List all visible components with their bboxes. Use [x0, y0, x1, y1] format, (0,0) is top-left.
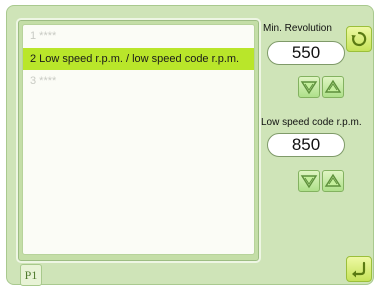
list-item-3[interactable]: 3 ****: [23, 70, 254, 92]
min-revolution-value[interactable]: 550: [267, 41, 345, 65]
reset-button[interactable]: [346, 26, 372, 52]
low-speed-code-value[interactable]: 850: [267, 133, 345, 157]
enter-icon: [352, 261, 366, 278]
item-list-frame: 1 **** 2 Low speed r.p.m. / low speed co…: [16, 18, 261, 263]
page-tab-p1[interactable]: P1: [20, 264, 42, 286]
up-arrow-icon: [324, 79, 342, 93]
low-speed-code-down-button[interactable]: [298, 170, 320, 192]
list-item-2[interactable]: 2 Low speed r.p.m. / low speed code r.p.…: [23, 48, 254, 70]
down-arrow-icon: [300, 81, 318, 95]
reset-icon: [351, 31, 367, 47]
enter-button[interactable]: [346, 256, 372, 282]
item-list: 1 **** 2 Low speed r.p.m. / low speed co…: [22, 24, 255, 255]
down-arrow-icon: [300, 175, 318, 189]
min-revolution-label: Min. Revolution: [263, 23, 332, 34]
up-arrow-icon: [324, 173, 342, 187]
list-item-1[interactable]: 1 ****: [23, 25, 254, 47]
low-speed-code-up-button[interactable]: [322, 170, 344, 192]
main-panel: 1 **** 2 Low speed r.p.m. / low speed co…: [6, 5, 374, 286]
min-revolution-up-button[interactable]: [322, 76, 344, 98]
min-revolution-down-button[interactable]: [298, 76, 320, 98]
low-speed-code-label: Low speed code r.p.m.: [261, 117, 362, 128]
